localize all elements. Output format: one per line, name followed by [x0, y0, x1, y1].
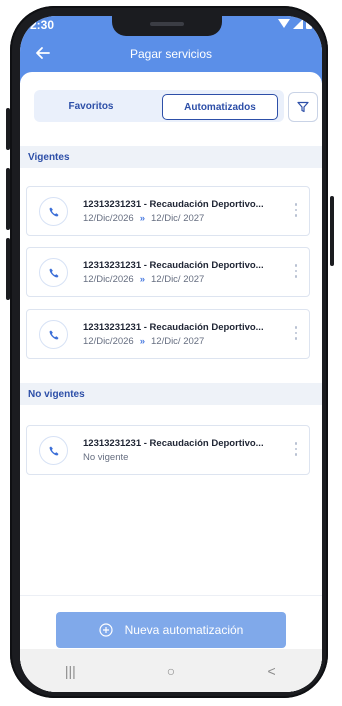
more-options-icon[interactable]: [293, 442, 299, 460]
more-options-icon[interactable]: [293, 203, 299, 221]
date-range-arrows: »: [139, 336, 145, 347]
wifi-icon: [278, 19, 290, 28]
phone-volume-up-button: [6, 168, 10, 230]
new-automation-button[interactable]: Nueva automatización: [56, 612, 286, 648]
list-item[interactable]: 12313231231 - Recaudación Deportivo... 1…: [26, 186, 310, 236]
service-dates: 12/Dic/2026 » 12/Dic/ 2027: [83, 213, 204, 224]
tab-favoritos[interactable]: Favoritos: [36, 94, 146, 118]
back-icon: <: [267, 662, 276, 679]
phone-icon: [39, 258, 68, 287]
tab-switcher: Favoritos Automatizados: [34, 90, 284, 122]
home-button[interactable]: ○: [151, 656, 191, 686]
service-dates: 12/Dic/2026 » 12/Dic/ 2027: [83, 274, 204, 285]
more-options-icon[interactable]: [293, 326, 299, 344]
filter-icon: [297, 101, 309, 113]
start-date: 12/Dic/2026: [83, 274, 134, 285]
phone-side-button: [6, 108, 10, 150]
phone-icon: [39, 320, 68, 349]
end-date: 12/Dic/ 2027: [151, 336, 205, 347]
page-title: Pagar servicios: [129, 47, 213, 61]
recents-button[interactable]: |||: [50, 656, 90, 686]
end-date: 12/Dic/ 2027: [151, 274, 205, 285]
new-automation-label: Nueva automatización: [124, 623, 244, 637]
home-icon: ○: [166, 662, 176, 679]
recents-icon: |||: [64, 662, 76, 679]
service-status: No vigente: [83, 452, 128, 463]
service-dates: 12/Dic/2026 » 12/Dic/ 2027: [83, 336, 204, 347]
app-screen: 2:30 Pagar servicios Favoritos Automatiz…: [20, 16, 322, 692]
phone-icon: [39, 197, 68, 226]
service-name: 12313231231 - Recaudación Deportivo...: [83, 438, 264, 449]
service-name: 12313231231 - Recaudación Deportivo...: [83, 260, 264, 271]
section-header-vigentes: Vigentes: [20, 146, 322, 168]
section-header-no-vigentes: No vigentes: [20, 383, 322, 405]
system-nav-bar: ||| ○ <: [20, 649, 322, 692]
phone-notch: [112, 16, 222, 36]
battery-icon: [306, 19, 312, 29]
date-range-arrows: »: [139, 213, 145, 224]
phone-volume-down-button: [6, 238, 10, 300]
end-date: 12/Dic/ 2027: [151, 213, 205, 224]
service-name: 12313231231 - Recaudación Deportivo...: [83, 322, 264, 333]
signal-icon: [293, 19, 303, 29]
phone-icon: [39, 436, 68, 465]
status-time: 2:30: [30, 18, 55, 32]
more-options-icon[interactable]: [293, 264, 299, 282]
tab-automatizados[interactable]: Automatizados: [162, 94, 278, 120]
back-button[interactable]: <: [252, 656, 292, 686]
phone-power-button: [330, 196, 334, 266]
status-text: No vigente: [83, 452, 129, 463]
list-item[interactable]: 12313231231 - Recaudación Deportivo... 1…: [26, 247, 310, 297]
list-item[interactable]: 12313231231 - Recaudación Deportivo... N…: [26, 425, 310, 475]
list-item[interactable]: 12313231231 - Recaudación Deportivo... 1…: [26, 309, 310, 359]
start-date: 12/Dic/2026: [83, 336, 134, 347]
filter-button[interactable]: [288, 92, 318, 122]
start-date: 12/Dic/2026: [83, 213, 134, 224]
date-range-arrows: »: [139, 274, 145, 285]
service-name: 12313231231 - Recaudación Deportivo...: [83, 199, 264, 210]
status-icons: [278, 19, 312, 29]
speaker: [150, 22, 184, 26]
add-circle-icon: [99, 623, 113, 637]
